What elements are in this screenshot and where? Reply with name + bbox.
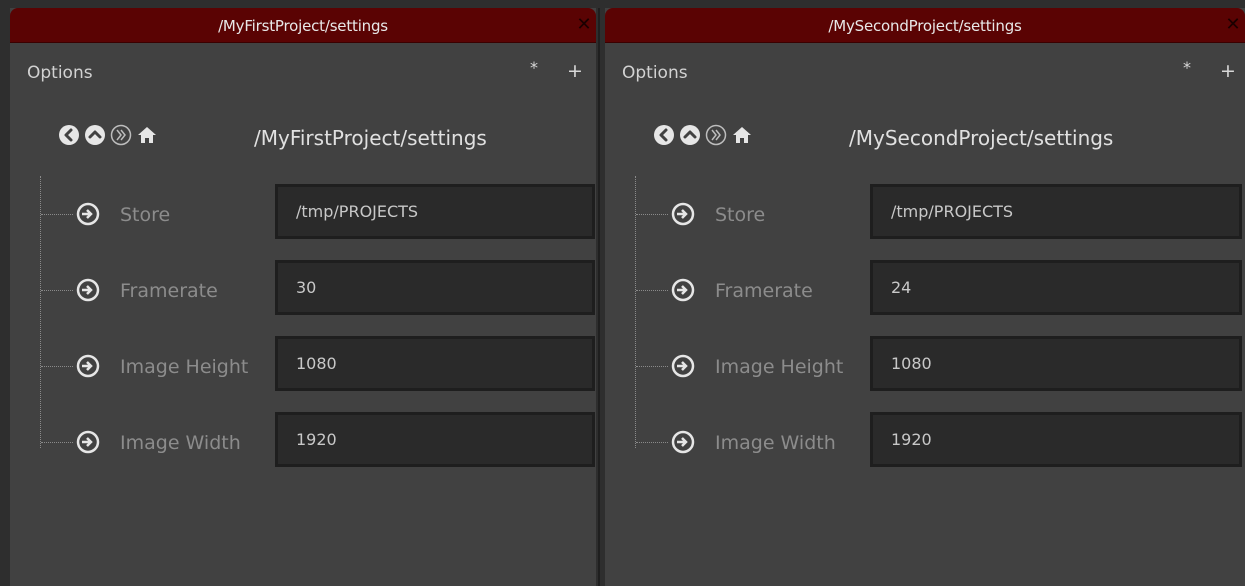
tree-branch <box>636 290 668 292</box>
image-width-field[interactable]: 1920 <box>275 412 595 467</box>
tree-branch <box>636 366 668 368</box>
store-field[interactable]: /tmp/PROJECTS <box>275 184 595 239</box>
image-height-field[interactable]: 1080 <box>275 336 595 391</box>
tree-branch <box>41 290 73 292</box>
panel-title: /MyFirstProject/settings <box>218 17 388 35</box>
arrow-right-circle-icon <box>671 278 695 302</box>
field-label: Framerate <box>715 280 813 302</box>
field-label: Image Width <box>120 432 241 454</box>
image-width-field[interactable]: 1920 <box>870 412 1242 467</box>
star-button[interactable]: * <box>530 58 538 77</box>
field-row-image-height: Image Height 1080 <box>10 330 596 391</box>
path-label: /MySecondProject/settings <box>849 126 1114 150</box>
arrow-right-circle-icon <box>671 430 695 454</box>
options-label: Options <box>622 63 688 83</box>
up-circle-icon[interactable] <box>84 124 106 146</box>
panel-title: /MySecondProject/settings <box>828 17 1022 35</box>
image-height-field[interactable]: 1080 <box>870 336 1242 391</box>
up-circle-icon[interactable] <box>679 124 701 146</box>
close-icon[interactable]: ✕ <box>1223 15 1243 35</box>
panel-splitter[interactable] <box>598 8 600 586</box>
back-circle-icon[interactable] <box>58 124 80 146</box>
options-label: Options <box>27 63 93 83</box>
tree-branch <box>41 366 73 368</box>
field-row-framerate: Framerate 30 <box>10 254 596 315</box>
options-header: Options * + <box>10 58 596 86</box>
arrow-right-circle-icon <box>76 278 100 302</box>
field-row-framerate: Framerate 24 <box>605 254 1245 315</box>
settings-panel-first: /MyFirstProject/settings ✕ Options * + /… <box>10 8 596 586</box>
arrow-right-circle-icon <box>76 202 100 226</box>
framerate-field[interactable]: 24 <box>870 260 1242 315</box>
field-label: Framerate <box>120 280 218 302</box>
forward-circle-icon[interactable] <box>110 124 132 146</box>
field-label: Store <box>120 204 171 226</box>
arrow-right-circle-icon <box>671 202 695 226</box>
options-header: Options * + <box>605 58 1245 86</box>
path-label: /MyFirstProject/settings <box>254 126 487 150</box>
nav-bar: /MyFirstProject/settings <box>10 122 596 152</box>
field-label: Store <box>715 204 766 226</box>
tree-branch <box>41 214 73 216</box>
field-row-image-width: Image Width 1920 <box>10 406 596 467</box>
framerate-field[interactable]: 30 <box>275 260 595 315</box>
add-button[interactable]: + <box>1220 60 1236 82</box>
forward-circle-icon[interactable] <box>705 124 727 146</box>
field-label: Image Height <box>120 356 249 378</box>
star-button[interactable]: * <box>1183 58 1191 77</box>
back-circle-icon[interactable] <box>653 124 675 146</box>
field-row-image-height: Image Height 1080 <box>605 330 1245 391</box>
panel-titlebar[interactable]: /MySecondProject/settings ✕ <box>605 8 1245 43</box>
arrow-right-circle-icon <box>76 354 100 378</box>
home-icon[interactable] <box>731 124 753 146</box>
panel-titlebar[interactable]: /MyFirstProject/settings ✕ <box>10 8 596 43</box>
arrow-right-circle-icon <box>671 354 695 378</box>
store-field[interactable]: /tmp/PROJECTS <box>870 184 1242 239</box>
field-row-store: Store /tmp/PROJECTS <box>605 178 1245 239</box>
home-icon[interactable] <box>136 124 158 146</box>
tree-branch <box>41 442 73 444</box>
field-row-image-width: Image Width 1920 <box>605 406 1245 467</box>
add-button[interactable]: + <box>567 60 583 82</box>
field-row-store: Store /tmp/PROJECTS <box>10 178 596 239</box>
tree-branch <box>636 214 668 216</box>
nav-bar: /MySecondProject/settings <box>605 122 1245 152</box>
field-label: Image Width <box>715 432 836 454</box>
arrow-right-circle-icon <box>76 430 100 454</box>
settings-panel-second: /MySecondProject/settings ✕ Options * + <box>605 8 1245 586</box>
field-label: Image Height <box>715 356 844 378</box>
close-icon[interactable]: ✕ <box>574 15 594 35</box>
app-window: /MyFirstProject/settings ✕ Options * + /… <box>0 0 1245 586</box>
tree-branch <box>636 442 668 444</box>
